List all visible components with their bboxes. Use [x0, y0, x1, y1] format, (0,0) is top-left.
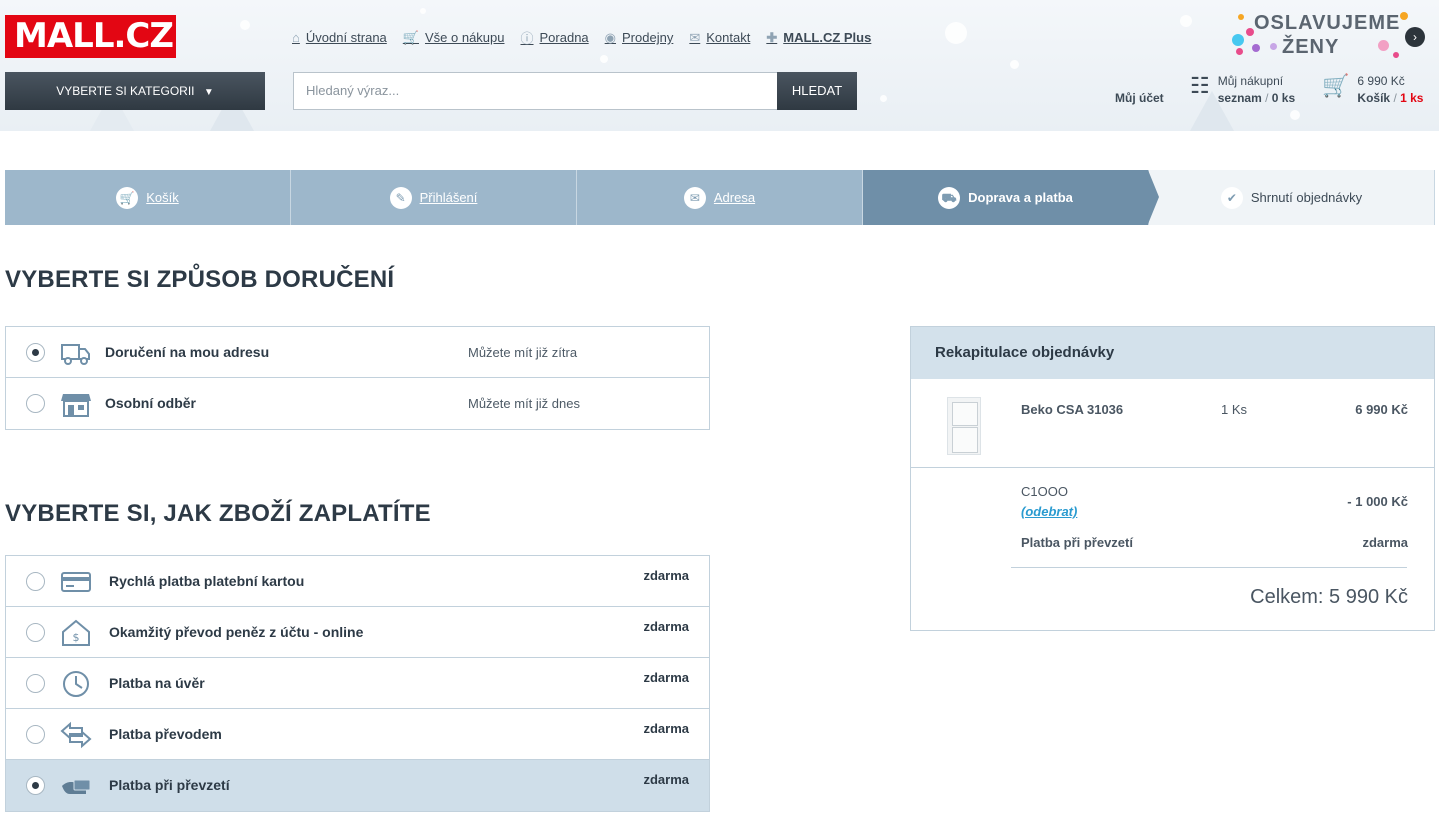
- payment-radio-cash-on-delivery[interactable]: [26, 776, 45, 795]
- plus-icon: ✚: [766, 29, 778, 45]
- cart-icon: 🛒: [1322, 73, 1350, 98]
- product-thumbnail: [947, 397, 981, 455]
- checkout-steps: 🛒 Košík ✎ Přihlášení ✉ Adresa ⛟ Doprava …: [5, 170, 1435, 225]
- nav-home[interactable]: ⌂ Úvodní strana: [292, 28, 387, 47]
- product-price: 6 990 Kč: [1355, 402, 1408, 417]
- bank-icon: $: [62, 619, 90, 646]
- my-account-link[interactable]: Můj účet: [1115, 91, 1164, 105]
- transfer-arrows-icon: [60, 721, 92, 749]
- envelope-icon: ✉: [683, 186, 706, 209]
- info-icon: ⓘ: [520, 31, 534, 46]
- top-navigation: ⌂ Úvodní strana 🛒 Vše o nákupu ⓘ Poradna ◉ P…: [292, 28, 871, 47]
- payment-radio-online-transfer[interactable]: [26, 623, 45, 642]
- payment-radio-card[interactable]: [26, 572, 45, 591]
- category-dropdown-button[interactable]: VYBERTE SI KATEGORII ▼: [5, 72, 265, 110]
- cart-icon: 🛒: [402, 29, 419, 45]
- cart-icon: 🛒: [116, 186, 139, 209]
- voucher-code: C1OOO: [1021, 484, 1068, 499]
- promo-banner[interactable]: OSLAVUJEME ŽENY ›: [1230, 10, 1435, 65]
- step-login[interactable]: ✎ Přihlášení: [291, 170, 577, 225]
- promo-line2: ŽENY: [1282, 36, 1340, 58]
- nav-help[interactable]: ⓘ Poradna: [521, 28, 589, 47]
- cart-link[interactable]: 🛒 6 990 Kč Košík / 1 ks: [1322, 73, 1423, 107]
- delivery-radio-home[interactable]: [26, 343, 45, 362]
- delivery-option-pickup[interactable]: Osobní odběr Můžete mít již dnes: [6, 378, 709, 429]
- chevron-right-icon[interactable]: ›: [1405, 27, 1425, 47]
- payment-options: Rychlá platba platební kartou zdarma $ O…: [5, 555, 710, 812]
- nav-contact[interactable]: ✉ Kontakt: [689, 28, 750, 47]
- caret-down-icon: ▼: [203, 87, 214, 98]
- payment-option-credit[interactable]: Platba na úvěr zdarma: [6, 658, 709, 709]
- delivery-options: Doručení na mou adresu Můžete mít již zí…: [5, 326, 710, 430]
- check-icon: ✔: [1220, 186, 1243, 209]
- payment-option-bank-transfer[interactable]: Platba převodem zdarma: [6, 709, 709, 760]
- payment-heading: VYBERTE SI, JAK ZBOŽÍ ZAPLATÍTE: [5, 500, 431, 527]
- payment-option-online-transfer[interactable]: $ Okamžitý převod peněz z účtu - online …: [6, 607, 709, 658]
- credit-card-icon: [61, 572, 91, 592]
- svg-text:$: $: [73, 631, 80, 644]
- delivery-heading: VYBERTE SI ZPŮSOB DORUČENÍ: [5, 266, 395, 293]
- clock-icon: [63, 671, 89, 697]
- product-name: Beko CSA 31036: [1021, 402, 1124, 417]
- step-cart[interactable]: 🛒 Košík: [5, 170, 291, 225]
- store-icon: [61, 394, 91, 417]
- payment-option-card[interactable]: Rychlá platba platební kartou zdarma: [6, 556, 709, 607]
- pencil-icon: ✎: [389, 186, 412, 209]
- voucher-discount: - 1 000 Kč: [1347, 494, 1408, 509]
- payment-radio-bank-transfer[interactable]: [26, 725, 45, 744]
- delivery-option-home[interactable]: Doručení na mou adresu Můžete mít již zí…: [6, 327, 709, 378]
- payment-option-cash-on-delivery[interactable]: Platba při převzetí zdarma: [6, 760, 709, 811]
- payment-radio-credit[interactable]: [26, 674, 45, 693]
- search-input[interactable]: Hledaný výraz...: [293, 72, 778, 110]
- nav-shopping-info[interactable]: 🛒 Vše o nákupu: [403, 28, 505, 47]
- mail-icon: ✉: [689, 29, 701, 45]
- search-button[interactable]: HLEDAT: [777, 72, 857, 110]
- step-shipping-payment: ⛟ Doprava a platba: [863, 170, 1159, 225]
- delivery-radio-pickup[interactable]: [26, 394, 45, 413]
- store-icon: ◉: [604, 29, 617, 45]
- order-total: Celkem: 5 990 Kč: [1250, 586, 1408, 608]
- cash-hand-icon: [62, 779, 91, 794]
- summary-payment-label: Platba při převzetí: [1021, 535, 1133, 550]
- mall-logo[interactable]: MALL.CZ: [5, 15, 176, 58]
- nav-stores[interactable]: ◉ Prodejny: [605, 28, 674, 47]
- summary-payment-price: zdarma: [1362, 535, 1408, 550]
- voucher-remove-link[interactable]: (odebrat): [1021, 504, 1077, 519]
- step-summary: ✔ Shrnutí objednávky: [1149, 170, 1435, 225]
- promo-line1: OSLAVUJEME: [1254, 12, 1401, 34]
- divider: [1011, 567, 1407, 568]
- step-address[interactable]: ✉ Adresa: [577, 170, 863, 225]
- order-summary: Rekapitulace objednávky Beko CSA 31036 1…: [910, 326, 1435, 631]
- truck-icon: [61, 344, 90, 365]
- wishlist-link[interactable]: ☷ Můj nákupní seznam / 0 ks: [1190, 73, 1295, 107]
- home-icon: ⌂: [292, 30, 300, 45]
- list-icon: ☷: [1190, 73, 1210, 98]
- site-header: MALL.CZ ⌂ Úvodní strana 🛒 Vše o nákupu ⓘ Po…: [0, 0, 1439, 131]
- truck-icon: ⛟: [938, 186, 961, 209]
- summary-title: Rekapitulace objednávky: [911, 327, 1434, 379]
- nav-mall-plus[interactable]: ✚ MALL.CZ Plus: [766, 28, 871, 47]
- divider: [911, 467, 1434, 468]
- product-quantity: 1 Ks: [1221, 402, 1248, 417]
